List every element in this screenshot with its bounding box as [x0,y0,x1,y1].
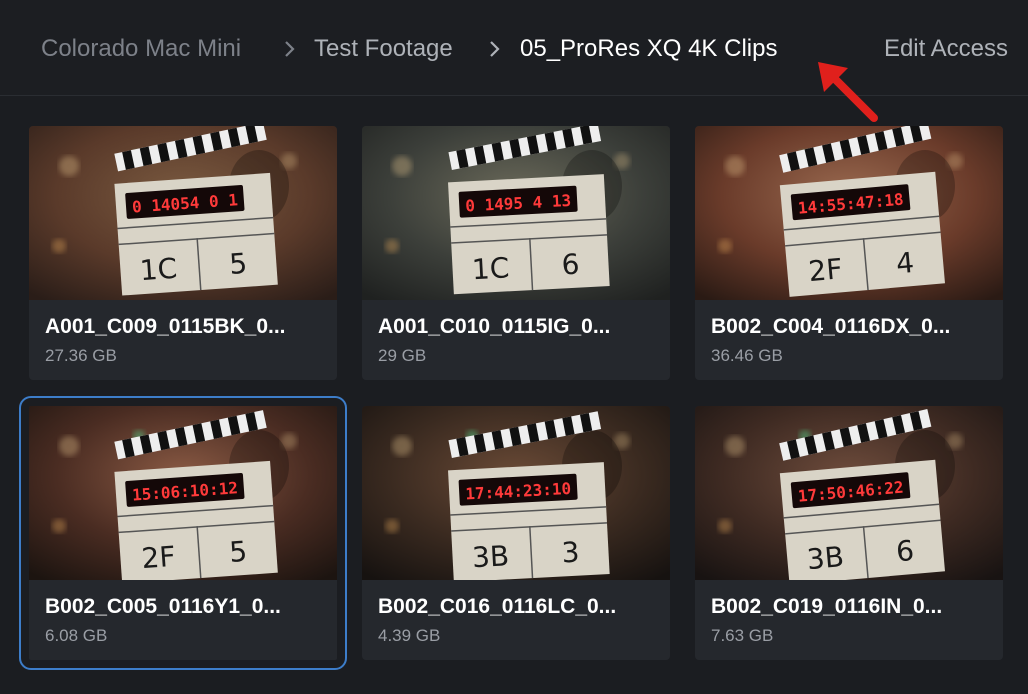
clip-name: B002_C019_0116IN_0... [711,595,943,618]
clip-thumbnail[interactable]: 0 14054 0 1 1C 5 [29,126,337,300]
clip-name: B002_C005_0116Y1_0... [45,595,281,618]
breadcrumb-current-folder: 05_ProRes XQ 4K Clips [520,35,778,62]
clip-size: 6.08 GB [45,626,108,645]
breadcrumb-item-test-footage[interactable]: Test Footage [314,34,453,64]
svg-text:3B: 3B [471,539,510,574]
clip-grid: 0 14054 0 1 1C 5 A001_C009_0115BK_0... 27… [0,96,1028,694]
top-bar: Colorado Mac Mini Test Footage 05_ProRes… [0,0,1028,96]
clip-card[interactable]: 14:55:47:18 2F 4 B002_C004_0116DX_0... 36… [695,126,1003,380]
edit-access-button[interactable]: Edit Access [884,34,1008,64]
clip-name: A001_C009_0115BK_0... [45,315,286,338]
clip-name: A001_C010_0115IG_0... [378,315,611,338]
clip-card[interactable]: 15:06:10:12 2F 5 B002_C005_0116Y1_0... 6.… [19,396,347,670]
clip-name: B002_C004_0116DX_0... [711,315,951,338]
chevron-right-icon [490,41,500,57]
chevron-right-icon [285,41,295,57]
clip-thumbnail[interactable]: 17:44:23:10 3B 3 [362,406,670,580]
clip-thumbnail[interactable]: 15:06:10:12 2F 5 [29,406,337,580]
svg-text:1C: 1C [139,252,179,288]
clip-size: 7.63 GB [711,626,774,645]
svg-text:6: 6 [895,534,916,568]
svg-text:4: 4 [895,246,916,280]
clip-name: B002_C016_0116LC_0... [378,595,617,618]
clip-card[interactable]: 17:50:46:22 3B 6 B002_C019_0116IN_0... 7.… [695,406,1003,660]
clip-size: 29 GB [378,346,427,365]
clip-thumbnail[interactable]: 14:55:47:18 2F 4 [695,126,1003,300]
svg-text:6: 6 [561,248,581,282]
clip-thumbnail[interactable]: 17:50:46:22 3B 6 [695,406,1003,580]
svg-text:3: 3 [561,536,581,570]
svg-text:1C: 1C [471,251,510,286]
clip-card[interactable]: 0 1495 4 13 1C 6 A001_C010_0115IG_0... 29… [362,126,670,380]
clip-size: 4.39 GB [378,626,441,645]
clip-card[interactable]: 0 14054 0 1 1C 5 A001_C009_0115BK_0... 27… [29,126,337,380]
clip-size: 27.36 GB [45,346,117,365]
clip-card[interactable]: 17:44:23:10 3B 3 B002_C016_0116LC_0... 4.… [362,406,670,660]
clip-thumbnail[interactable]: 0 1495 4 13 1C 6 [362,126,670,300]
breadcrumb-item-colorado-mac-mini[interactable]: Colorado Mac Mini [41,34,241,64]
svg-text:2F: 2F [140,540,176,575]
svg-text:5: 5 [228,247,248,281]
svg-text:3B: 3B [806,540,846,576]
clip-size: 36.46 GB [711,346,783,365]
svg-text:5: 5 [228,535,248,569]
svg-text:2F: 2F [807,252,844,288]
